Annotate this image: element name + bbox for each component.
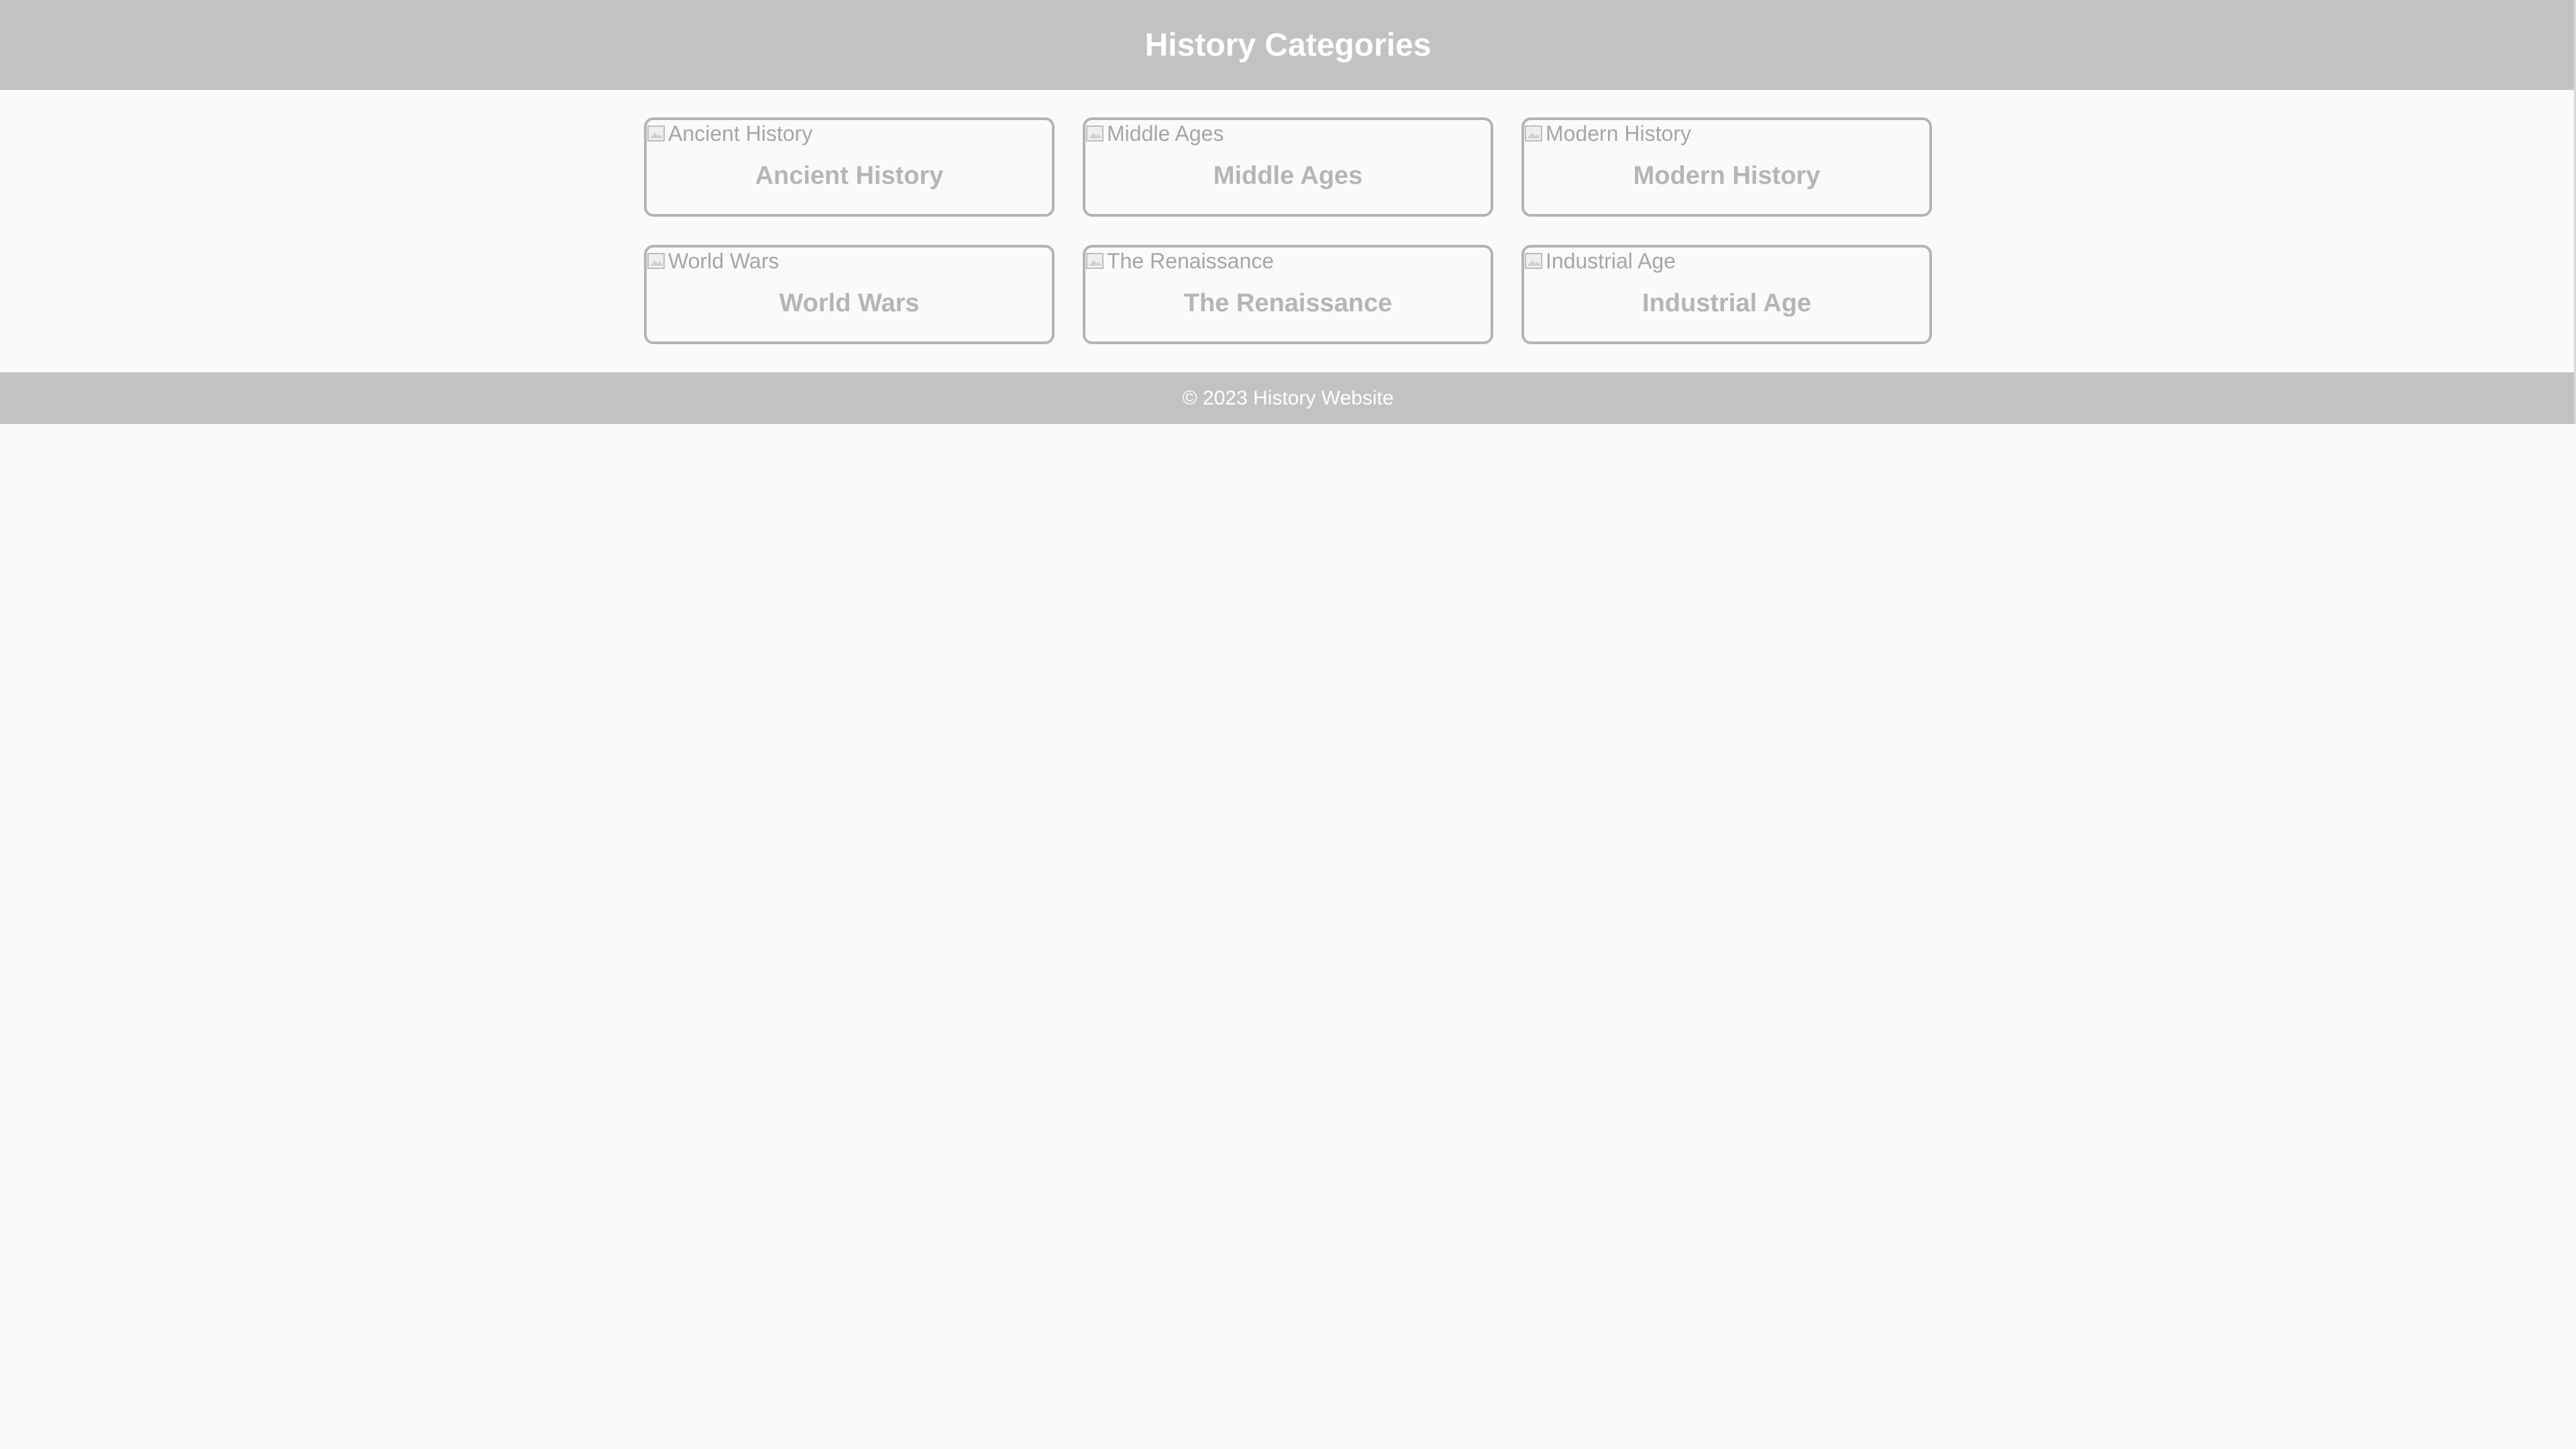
site-header: History Categories [0, 0, 2576, 90]
category-label[interactable]: World Wars [647, 289, 1052, 318]
broken-image-icon [1085, 251, 1106, 271]
category-label[interactable]: Middle Ages [1085, 162, 1491, 191]
broken-image-icon [1524, 251, 1544, 271]
broken-image-icon [1085, 123, 1106, 144]
category-image[interactable]: The Renaissance [1085, 248, 1274, 274]
category-card-industrial-age[interactable]: Industrial Age Industrial Age [1521, 245, 1932, 344]
category-image-alt: The Renaissance [1107, 248, 1275, 273]
category-image-alt: Ancient History [668, 121, 813, 146]
category-image[interactable]: World Wars [647, 248, 779, 274]
site-footer: © 2023 History Website [0, 372, 2576, 424]
category-card-modern-history[interactable]: Modern History Modern History [1521, 117, 1932, 217]
broken-image-icon [647, 251, 667, 271]
broken-image-icon [1524, 123, 1544, 144]
category-label[interactable]: The Renaissance [1085, 289, 1491, 318]
category-card-world-wars[interactable]: World Wars World Wars [644, 245, 1055, 344]
category-image[interactable]: Industrial Age [1524, 248, 1676, 274]
category-grid: Ancient History Ancient History Middle A… [644, 117, 1932, 344]
category-image-alt: World Wars [668, 248, 780, 273]
category-label[interactable]: Industrial Age [1524, 289, 1929, 318]
category-image[interactable]: Ancient History [647, 120, 812, 147]
category-image-alt: Industrial Age [1546, 248, 1676, 273]
category-image-alt: Modern History [1546, 121, 1691, 146]
page-title: History Categories [1144, 27, 1432, 63]
category-label[interactable]: Ancient History [647, 162, 1052, 191]
category-image-alt: Middle Ages [1107, 121, 1224, 146]
broken-image-icon [647, 123, 667, 144]
category-card-ancient-history[interactable]: Ancient History Ancient History [644, 117, 1055, 217]
category-label[interactable]: Modern History [1524, 162, 1929, 191]
category-card-the-renaissance[interactable]: The Renaissance The Renaissance [1083, 245, 1493, 344]
copyright-text: © 2023 History Website [1182, 386, 1394, 409]
category-image[interactable]: Modern History [1524, 120, 1691, 147]
category-card-middle-ages[interactable]: Middle Ages Middle Ages [1083, 117, 1493, 217]
category-image[interactable]: Middle Ages [1085, 120, 1224, 147]
